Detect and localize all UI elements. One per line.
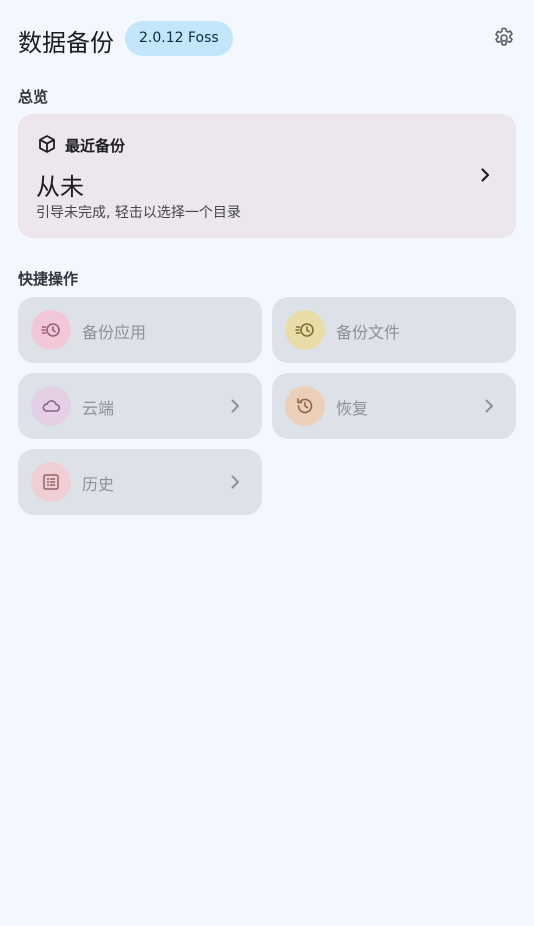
chevron-right-icon (224, 471, 246, 493)
restore-label: 恢复 (336, 399, 369, 418)
history-button[interactable]: 历史 (18, 449, 262, 515)
list-icon (31, 462, 71, 502)
gear-icon (495, 27, 513, 46)
chevron-right-icon (224, 395, 246, 417)
version-badge: 2.0.12 Foss (125, 21, 233, 56)
backup-files-button[interactable]: 备份文件 (272, 297, 516, 363)
restore-button[interactable]: 恢复 (272, 373, 516, 439)
last-backup-card[interactable]: 最近备份 从未 引导未完成, 轻击以选择一个目录 (18, 114, 516, 238)
cloud-icon (31, 386, 71, 426)
backup-files-label: 备份文件 (336, 323, 401, 342)
chevron-right-icon (478, 395, 500, 417)
history-icon (285, 386, 325, 426)
overview-section-title: 总览 (18, 88, 49, 106)
cloud-label: 云端 (82, 399, 115, 418)
app-header: 数据备份 2.0.12 Foss (18, 20, 516, 58)
quick-actions-section-title: 快捷操作 (18, 270, 79, 288)
clock-rewind-icon (285, 310, 325, 350)
backup-apps-button[interactable]: 备份应用 (18, 297, 262, 363)
backup-apps-label: 备份应用 (82, 323, 147, 342)
clock-rewind-icon (31, 310, 71, 350)
history-label: 历史 (82, 475, 115, 494)
last-backup-label: 最近备份 (65, 137, 126, 155)
last-backup-value: 从未 (36, 173, 84, 201)
chevron-right-icon (474, 164, 496, 186)
cloud-button[interactable]: 云端 (18, 373, 262, 439)
package-icon (37, 134, 57, 154)
app-title: 数据备份 (18, 29, 114, 57)
settings-button[interactable] (492, 26, 516, 50)
setup-hint: 引导未完成, 轻击以选择一个目录 (36, 205, 241, 221)
